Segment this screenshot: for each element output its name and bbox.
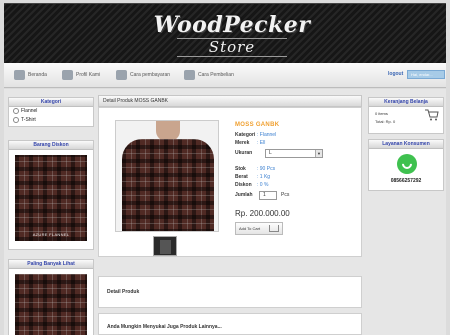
nav-item-cara-pembayaran[interactable]: Cara pembayaran <box>116 69 170 82</box>
bullet-icon <box>13 116 19 123</box>
product-thumbnail[interactable] <box>153 236 177 256</box>
size-select[interactable]: L ▼ <box>265 149 323 158</box>
spec-kategori: Kategori: Flannel <box>235 132 276 138</box>
spec-stok: Stok : 90 Pcs <box>235 166 275 172</box>
kategori-box: Kategori Flannel T-Shirt <box>8 97 94 127</box>
phone-handset-icon <box>399 156 415 172</box>
nav-item-cara-pembelian[interactable]: Cara Pembelian <box>184 69 234 82</box>
site-header: WoodPecker Store <box>4 3 446 63</box>
nav-item-profil-kami[interactable]: Profil Kami <box>62 69 100 82</box>
nav-label: Cara Pembelian <box>198 72 234 78</box>
category-label: T-Shirt <box>21 117 36 123</box>
add-to-cart-label: Add To Cart <box>239 226 261 231</box>
logo-subtext: Store <box>177 38 287 57</box>
logo-text: WoodPecker <box>153 12 311 38</box>
user-icon <box>62 69 73 80</box>
nav-label: Beranda <box>28 72 47 78</box>
spec-label: Berat <box>235 174 248 180</box>
payment-icon <box>116 69 127 80</box>
spec-merek: Merek : Ell <box>235 140 265 146</box>
spec-label: Stok <box>235 166 246 172</box>
paling-banyak-lihat-box: Paling Banyak Lihat <box>8 259 94 335</box>
site-logo[interactable]: WoodPecker Store <box>132 12 332 58</box>
diskon-product-image[interactable]: AZURE FLANNEL <box>15 155 87 241</box>
nav-label: Cara pembayaran <box>130 72 171 78</box>
shopping-cart-icon[interactable] <box>425 109 439 121</box>
spec-berat: Berat : 1 Kg <box>235 174 270 180</box>
home-icon <box>14 69 25 80</box>
nav-label: Profil Kami <box>76 72 101 78</box>
cart-total: Total: Rp. 0 <box>375 119 396 124</box>
chevron-down-icon: ▼ <box>315 150 322 157</box>
related-products-panel: Anda Mungkin Menyukai Juga Produk Lainny… <box>98 313 362 335</box>
kategori-title: Kategori <box>9 98 93 107</box>
barang-diskon-box: Barang Diskon AZURE FLANNEL <box>8 140 94 250</box>
jumlah-label: Jumlah <box>235 192 253 198</box>
category-item-flannel[interactable]: Flannel <box>9 107 93 116</box>
page: WoodPecker Store Beranda Profil Kami Car… <box>0 0 450 335</box>
ukuran-row: Ukuran L ▼ <box>235 149 323 158</box>
logout-link[interactable]: logout <box>388 71 403 77</box>
cs-title: Layanan Konsumen <box>369 140 443 149</box>
cart-item-count: 0 items <box>375 111 388 116</box>
detail-produk-panel: Detail Produk <box>98 276 362 308</box>
spec-diskon: Diskon : 0 % <box>235 182 268 188</box>
product-price: Rp. 200.000.00 <box>235 209 290 218</box>
ukuran-label: Ukuran <box>235 150 253 156</box>
product-main-image[interactable] <box>115 120 219 232</box>
diskon-product-caption: AZURE FLANNEL <box>32 232 70 237</box>
spec-diskon-value: : 0 % <box>257 182 269 188</box>
quantity-input[interactable]: 1 <box>259 191 277 200</box>
product-panel: MOSS GANBK Kategori: Flannel Merek: Ell … <box>98 107 362 257</box>
breadcrumb: Detail Produk MOSS GANBK <box>98 95 362 107</box>
populer-product-image[interactable] <box>15 274 87 335</box>
category-item-tshirt[interactable]: T-Shirt <box>9 116 93 125</box>
populer-title: Paling Banyak Lihat <box>9 260 93 269</box>
cart-title: Keranjang Belanja <box>369 98 443 107</box>
nav-item-beranda[interactable]: Beranda <box>14 69 47 82</box>
jumlah-row: Jumlah 1 Pcs <box>235 191 289 200</box>
cart-icon <box>184 69 195 80</box>
spec-label: Kategori <box>235 132 256 138</box>
spec-berat-value: : 1 Kg <box>257 174 271 180</box>
product-name: MOSS GANBK <box>235 122 280 128</box>
keranjang-belanja-box: Keranjang Belanja 0 items Total: Rp. 0 <box>368 97 444 134</box>
cs-phone-number: 08566257292 <box>390 178 422 184</box>
quantity-unit: Pcs <box>281 192 290 198</box>
spec-label: Merek <box>235 140 250 146</box>
whatsapp-icon[interactable] <box>397 154 417 174</box>
thumbnail-figure <box>160 240 171 254</box>
diskon-title: Barang Diskon <box>9 141 93 150</box>
login-status-badge: Hai, endar... <box>407 70 445 79</box>
size-select-value: L <box>269 150 272 156</box>
add-to-cart-button[interactable]: Add To Cart <box>235 222 283 235</box>
content-area: Kategori Flannel T-Shirt Barang Diskon A… <box>4 89 446 335</box>
bullet-icon <box>13 107 19 114</box>
layanan-konsumen-box: Layanan Konsumen 08566257292 <box>368 139 444 191</box>
spec-stok-value: : 90 Pcs <box>257 166 276 172</box>
spec-merek-value[interactable]: : Ell <box>257 140 265 146</box>
related-products-title: Anda Mungkin Menyukai Juga Produk Lainny… <box>107 324 222 330</box>
spec-kategori-value[interactable]: : Flannel <box>257 132 276 138</box>
spec-label: Diskon <box>235 182 252 188</box>
model-head <box>156 121 180 141</box>
main-nav: Beranda Profil Kami Cara pembayaran Cara… <box>4 63 446 88</box>
cart-icon <box>269 225 279 232</box>
model-shirt <box>122 139 214 231</box>
category-label: Flannel <box>21 108 38 114</box>
detail-produk-title: Detail Produk <box>107 289 140 295</box>
